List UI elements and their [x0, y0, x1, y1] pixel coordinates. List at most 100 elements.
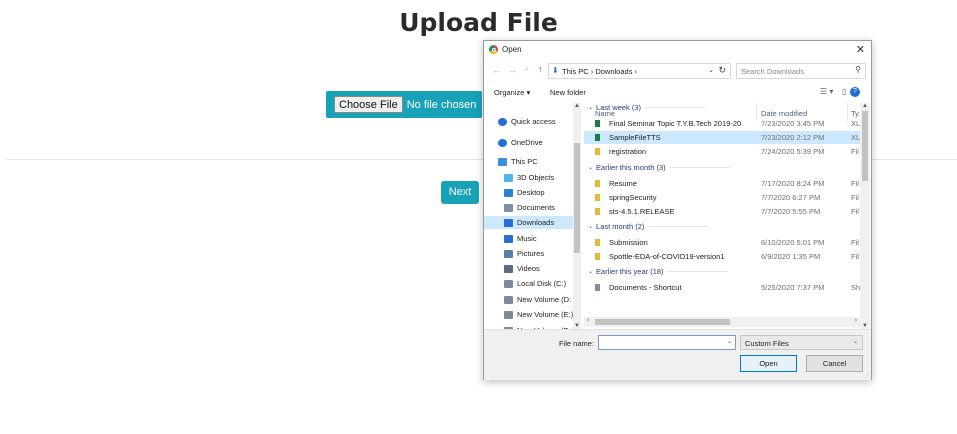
folder-icon	[595, 208, 600, 215]
search-input[interactable]: Search Downloads ⚲	[736, 63, 866, 79]
sidebar-item[interactable]: Quick access	[498, 115, 556, 128]
file-row[interactable]: Spottle-EDA-of-COVID19-version1 6/9/2020 …	[584, 250, 860, 263]
scroll-up-icon[interactable]: ▲	[862, 103, 868, 109]
file-group-header[interactable]: ⌄ Last month (2)	[588, 222, 709, 231]
resize-grip-icon[interactable]: ⋰	[864, 372, 870, 379]
sidebar-item[interactable]: Downloads	[484, 216, 573, 229]
file-type: Sh	[851, 283, 861, 292]
folder-icon	[595, 253, 600, 260]
sidebar-item[interactable]: New Volume (D:	[504, 293, 571, 306]
close-icon[interactable]: ✕	[856, 43, 865, 56]
refresh-icon[interactable]: ↻	[718, 65, 726, 76]
cancel-button[interactable]: Cancel	[806, 355, 863, 372]
open-file-dialog: Open ✕ ← → ⌄ ↑ ⬇ This PC › Downloads › ⌄…	[483, 40, 872, 380]
open-button[interactable]: Open	[740, 355, 797, 372]
list-scroll-thumb[interactable]	[862, 111, 868, 181]
view-options-icon[interactable]: ☰ ▾	[820, 87, 833, 96]
chevron-down-icon[interactable]: ⌄	[727, 338, 732, 345]
horizontal-scroll-thumb[interactable]	[595, 319, 730, 325]
recent-locations-icon[interactable]: ⌄	[524, 64, 530, 72]
sidebar-item[interactable]: This PC	[498, 155, 538, 168]
chevron-down-icon[interactable]: ⌄	[853, 338, 858, 345]
organize-button[interactable]: Organize ▾	[494, 88, 530, 97]
no-file-label: No file chosen	[406, 98, 477, 111]
nav-scroll-thumb[interactable]	[574, 143, 580, 253]
chevron-down-icon[interactable]: ⌄	[708, 66, 714, 74]
folder-icon	[595, 148, 600, 155]
file-name: Documents - Shortcut	[609, 283, 682, 292]
address-bar[interactable]: ⬇ This PC › Downloads › ⌄ ↻	[548, 63, 731, 79]
sidebar-item[interactable]: OneDrive	[498, 136, 543, 149]
music-icon	[504, 234, 513, 243]
file-date: 6/10/2020 5:01 PM	[761, 238, 825, 247]
breadcrumb[interactable]: This PC › Downloads ›	[562, 67, 637, 76]
file-row[interactable]: Resume 7/17/2020 8:24 PM Fil	[584, 177, 860, 190]
new-folder-button[interactable]: New folder	[550, 88, 586, 97]
file-date: 7/23/2020 3:45 PM	[761, 119, 825, 128]
help-icon[interactable]: ?	[850, 87, 860, 97]
next-button[interactable]: Next	[441, 181, 479, 204]
page-title: Upload File	[399, 8, 558, 37]
chevron-down-icon[interactable]: ⌄	[588, 268, 593, 275]
file-name: Spottle-EDA-of-COVID19-version1	[609, 252, 725, 261]
folder-icon	[595, 194, 600, 201]
list-scrollbar[interactable]: ▲ ▼	[860, 103, 870, 329]
computer-icon	[498, 157, 507, 166]
forward-arrow-icon[interactable]: →	[508, 65, 517, 75]
file-group-header[interactable]: ⌄ Earlier this month (3)	[588, 163, 730, 172]
chevron-down-icon[interactable]: ⌄	[588, 164, 593, 171]
sidebar-item[interactable]: Desktop	[504, 186, 545, 199]
folder-icon	[595, 239, 600, 246]
file-type-value: Custom Files	[745, 339, 789, 348]
nav-scrollbar[interactable]: ▲ ▼	[573, 103, 581, 329]
drive-icon	[504, 295, 513, 304]
scroll-left-icon[interactable]: ‹	[587, 317, 589, 324]
scroll-right-icon[interactable]: ›	[855, 317, 857, 324]
dialog-toolbar: Organize ▾ New folder ☰ ▾ ▯ ?	[484, 84, 871, 102]
excel-file-icon	[595, 134, 600, 141]
sidebar-item-label: Downloads	[517, 218, 555, 227]
file-input[interactable]: Choose File No file chosen	[326, 91, 482, 118]
scroll-up-icon[interactable]: ▲	[574, 103, 580, 109]
preview-pane-icon[interactable]: ▯	[842, 87, 846, 96]
file-name: Final Seminar Topic T.Y.B.Tech 2019-20	[609, 119, 742, 128]
cube-icon	[504, 173, 513, 182]
group-divider	[669, 167, 730, 168]
file-name: Submission	[609, 238, 648, 247]
horizontal-scrollbar[interactable]: ‹ ›	[584, 317, 860, 327]
choose-file-button[interactable]: Choose File	[334, 96, 403, 113]
sidebar-item[interactable]: Music	[504, 232, 537, 245]
videos-icon	[504, 264, 513, 273]
excel-file-icon	[595, 120, 600, 127]
file-row[interactable]: Final Seminar Topic T.Y.B.Tech 2019-20 7/…	[584, 117, 860, 130]
sidebar-item[interactable]: Documents	[504, 201, 555, 214]
file-name-input[interactable]: ⌄	[598, 335, 736, 350]
file-group-header[interactable]: ⌄ Earlier this year (18)	[588, 267, 728, 276]
file-row[interactable]: SampleFileTTS 7/23/2020 2:12 PM XL	[584, 131, 860, 144]
sidebar-item[interactable]: Videos	[504, 262, 540, 275]
search-placeholder: Search Downloads	[741, 67, 804, 76]
sidebar-item[interactable]: New Volume (E:)	[504, 308, 573, 321]
dialog-title: Open	[502, 45, 522, 54]
file-row[interactable]: Documents - Shortcut 5/25/2020 7:37 PM Sh	[584, 281, 860, 294]
chevron-down-icon[interactable]: ⌄	[588, 104, 593, 111]
address-row: ← → ⌄ ↑ ⬇ This PC › Downloads › ⌄ ↻ Sear…	[484, 63, 871, 79]
up-arrow-icon[interactable]: ↑	[538, 64, 543, 74]
file-date: 7/24/2020 5:39 PM	[761, 147, 825, 156]
sidebar-item-label: Quick access	[511, 117, 556, 126]
file-row[interactable]: Submission 6/10/2020 5:01 PM Fil	[584, 236, 860, 249]
file-row[interactable]: springSecurity 7/7/2020 6:27 PM Fil	[584, 191, 860, 204]
file-date: 7/7/2020 5:55 PM	[761, 207, 821, 216]
folder-icon	[595, 180, 600, 187]
back-arrow-icon[interactable]: ←	[492, 65, 501, 75]
chevron-down-icon[interactable]: ⌄	[588, 223, 593, 230]
file-type-select[interactable]: Custom Files ⌄	[740, 335, 863, 350]
download-icon: ⬇	[552, 66, 559, 75]
file-row[interactable]: sts-4.5.1.RELEASE 7/7/2020 5:55 PM Fil	[584, 205, 860, 218]
sidebar-item[interactable]: Pictures	[504, 247, 544, 260]
file-row[interactable]: registration 7/24/2020 5:39 PM Fil	[584, 145, 860, 158]
file-type: Fil	[851, 238, 859, 247]
sidebar-item[interactable]: Local Disk (C:)	[504, 277, 566, 290]
file-group-header[interactable]: ⌄ Last week (3)	[588, 103, 706, 112]
sidebar-item[interactable]: 3D Objects	[504, 171, 554, 184]
